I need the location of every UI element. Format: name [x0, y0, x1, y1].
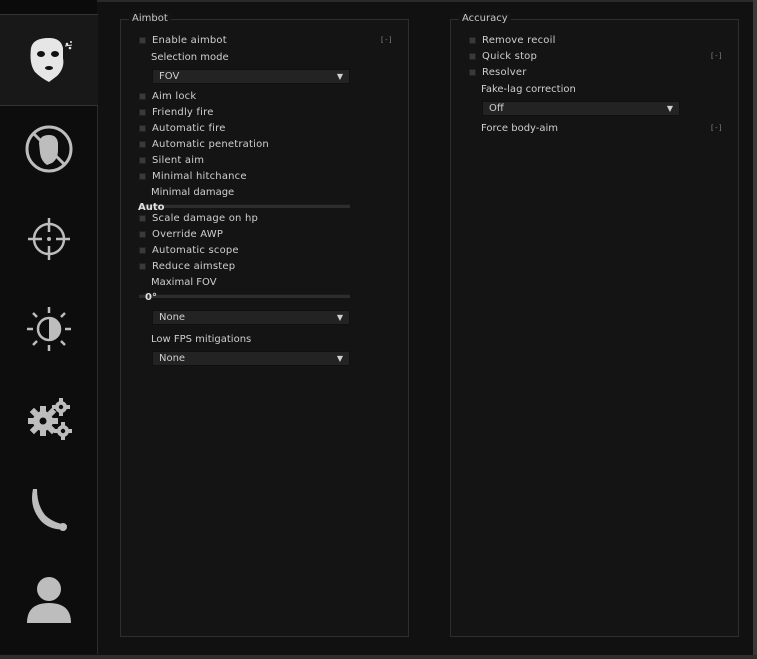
- checkbox-label: Enable aimbot: [152, 34, 227, 46]
- dropdown-value: None: [159, 312, 186, 323]
- minimal-damage-slider[interactable]: [139, 204, 350, 208]
- automatic-fire-checkbox[interactable]: Automatic fire: [139, 121, 226, 135]
- checkbox-box[interactable]: [139, 214, 146, 222]
- window-border-bottom: [0, 655, 757, 659]
- minimal-damage-label: Minimal damage: [151, 187, 235, 198]
- tab-legit[interactable]: [0, 194, 97, 284]
- checkbox-box[interactable]: [469, 52, 476, 60]
- crosshair-icon: [27, 218, 70, 260]
- user-icon: [26, 577, 71, 623]
- override-awp-checkbox[interactable]: Override AWP: [139, 227, 223, 241]
- checkbox-box[interactable]: [139, 262, 146, 270]
- tab-rage[interactable]: [0, 14, 98, 106]
- maximal-fov-value: 0°: [145, 292, 157, 303]
- checkbox-label: Remove recoil: [482, 34, 556, 46]
- automatic-penetration-checkbox[interactable]: Automatic penetration: [139, 137, 269, 151]
- low-fps-label: Low FPS mitigations: [151, 334, 252, 345]
- checkbox-box[interactable]: [139, 156, 146, 164]
- chevron-down-icon: ▼: [336, 313, 343, 322]
- checkbox-box[interactable]: [469, 68, 476, 76]
- checkbox-box[interactable]: [469, 36, 476, 44]
- gears-icon: [27, 398, 72, 440]
- fakelag-correction-dropdown[interactable]: Off ▼: [482, 101, 680, 116]
- checkbox-box[interactable]: [139, 92, 146, 100]
- quick-stop-keybind[interactable]: [-]: [710, 52, 723, 60]
- enable-aimbot-keybind[interactable]: [-]: [380, 36, 393, 44]
- dropdown-value: None: [159, 353, 186, 364]
- window-border-right: [753, 0, 757, 659]
- aimbot-title: Aimbot: [129, 13, 171, 24]
- checkbox-label: Automatic fire: [152, 122, 226, 134]
- reduce-aimstep-checkbox[interactable]: Reduce aimstep: [139, 259, 235, 273]
- window-top-strip: [0, 0, 97, 15]
- maximal-fov-slider[interactable]: [139, 294, 350, 298]
- dropdown-value: Off: [489, 103, 504, 114]
- quick-stop-checkbox[interactable]: Quick stop: [469, 49, 537, 63]
- checkbox-label: Quick stop: [482, 50, 538, 62]
- no-head-icon: [25, 125, 72, 173]
- resolver-checkbox[interactable]: Resolver: [469, 65, 527, 79]
- silent-aim-checkbox[interactable]: Silent aim: [139, 153, 204, 167]
- checkbox-box[interactable]: [139, 246, 146, 254]
- tab-antiaim[interactable]: [0, 104, 97, 194]
- chevron-down-icon: ▼: [666, 104, 673, 113]
- chevron-down-icon: ▼: [336, 72, 343, 81]
- accuracy-panel: Accuracy Remove recoil Quick stop [-] Re…: [450, 13, 739, 637]
- checkbox-box[interactable]: [139, 172, 146, 180]
- accuracy-title: Accuracy: [459, 13, 511, 24]
- checkbox-label: Automatic penetration: [152, 138, 269, 150]
- force-body-aim-keybind[interactable]: [-]: [710, 124, 723, 132]
- selection-mode-label: Selection mode: [151, 52, 229, 63]
- checkbox-label: Friendly fire: [152, 106, 214, 118]
- checkbox-box[interactable]: [139, 124, 146, 132]
- friendly-fire-checkbox[interactable]: Friendly fire: [139, 105, 214, 119]
- automatic-scope-checkbox[interactable]: Automatic scope: [139, 243, 239, 257]
- aim-lock-checkbox[interactable]: Aim lock: [139, 89, 196, 103]
- tab-players[interactable]: [0, 554, 97, 644]
- sidebar: [0, 14, 98, 654]
- hitbox-dropdown[interactable]: None ▼: [152, 310, 350, 325]
- checkbox-box[interactable]: [139, 230, 146, 238]
- minimal-hitchance-checkbox[interactable]: Minimal hitchance: [139, 169, 247, 183]
- force-body-aim-label: Force body-aim: [481, 123, 559, 134]
- scale-damage-checkbox[interactable]: Scale damage on hp: [139, 211, 258, 225]
- remove-recoil-checkbox[interactable]: Remove recoil: [469, 33, 556, 47]
- checkbox-label: Silent aim: [152, 154, 205, 166]
- fakelag-correction-label: Fake-lag correction: [481, 84, 576, 95]
- checkbox-box[interactable]: [139, 140, 146, 148]
- checkbox-box[interactable]: [139, 36, 146, 44]
- selection-mode-dropdown[interactable]: FOV ▼: [152, 69, 350, 84]
- knife-icon: [31, 489, 67, 531]
- maximal-fov-label: Maximal FOV: [151, 277, 217, 288]
- tab-visuals[interactable]: [0, 284, 97, 374]
- checkbox-label: Scale damage on hp: [152, 212, 259, 224]
- checkbox-label: Minimal hitchance: [152, 170, 247, 182]
- checkbox-label: Automatic scope: [152, 244, 239, 256]
- tab-misc[interactable]: [0, 374, 97, 464]
- aimbot-panel: Aimbot Enable aimbot [-] Selection mode …: [120, 13, 409, 637]
- checkbox-label: Override AWP: [152, 228, 224, 240]
- enable-aimbot-checkbox[interactable]: Enable aimbot: [139, 33, 227, 47]
- half-sun-icon: [26, 307, 71, 351]
- chevron-down-icon: ▼: [336, 354, 343, 363]
- masked-head-icon: [30, 38, 73, 82]
- low-fps-dropdown[interactable]: None ▼: [152, 351, 350, 366]
- tab-skins[interactable]: [0, 464, 97, 554]
- dropdown-value: FOV: [159, 71, 180, 82]
- checkbox-label: Reduce aimstep: [152, 260, 236, 272]
- checkbox-label: Resolver: [482, 66, 527, 78]
- checkbox-box[interactable]: [139, 108, 146, 116]
- checkbox-label: Aim lock: [152, 90, 197, 102]
